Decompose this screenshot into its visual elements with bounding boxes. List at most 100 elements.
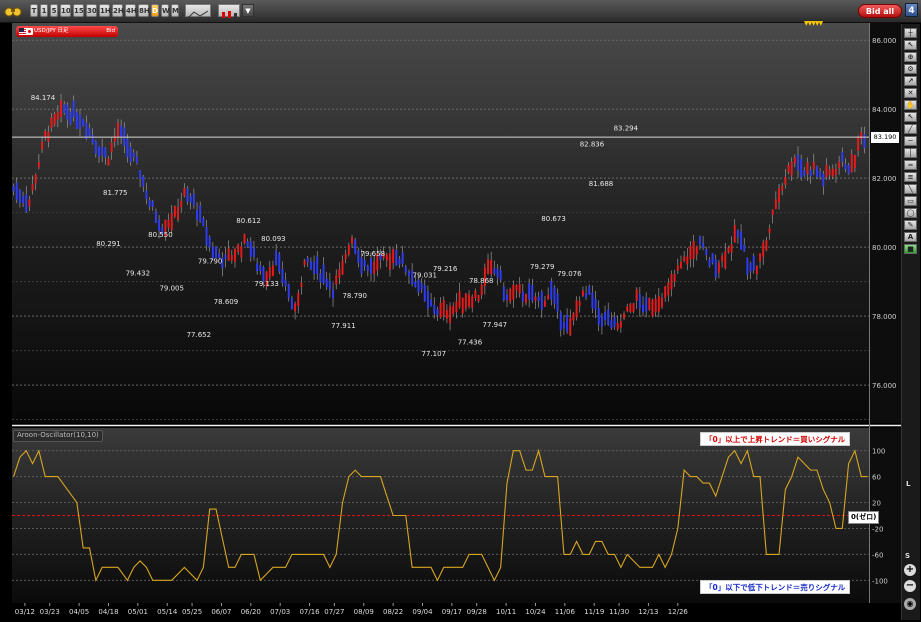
s-button[interactable]: S <box>905 552 910 560</box>
l-button[interactable]: L <box>906 480 910 488</box>
candle-body <box>543 300 546 307</box>
candle-body <box>275 250 278 265</box>
candle-body <box>180 200 183 208</box>
pointer-tool-icon[interactable]: ↖ <box>904 112 917 122</box>
candle-body <box>34 174 37 184</box>
candle-body <box>430 299 433 307</box>
candle-body <box>651 299 654 317</box>
trendline-tool-icon[interactable]: ╱ <box>904 124 917 134</box>
candle-body <box>616 323 619 330</box>
candle-body <box>50 117 53 128</box>
ellipse-tool-icon[interactable]: ◯ <box>904 208 917 218</box>
candle-body <box>721 255 724 262</box>
candle-body <box>120 125 123 138</box>
candle-body <box>294 303 297 312</box>
candle-body <box>284 279 287 287</box>
candle-body <box>145 190 148 200</box>
zoom-out-icon[interactable]: − <box>904 580 916 592</box>
candle-body <box>186 188 189 202</box>
fibonacci-tool-icon[interactable]: ≡ <box>904 172 917 182</box>
arrow-tool-icon[interactable]: ↗ <box>904 76 917 86</box>
price-chart[interactable]: 84.174 81.775 80.291 80.550 79.432 79.005 79.7… <box>0 0 921 622</box>
candle-body <box>686 256 689 265</box>
text-tool-icon[interactable]: A <box>904 232 917 242</box>
candle-body <box>246 241 249 248</box>
date-tick-label: 04/05 <box>69 608 89 616</box>
price-annotation-label: 77.911 <box>331 322 356 330</box>
candle-body <box>834 168 837 175</box>
horizontal-line-tool-icon[interactable]: ─ <box>904 136 917 146</box>
price-annotation-label: 79.432 <box>126 270 151 278</box>
oscillator-tick-label: -100 <box>872 577 888 585</box>
price-annotation-label: 83.294 <box>614 125 639 133</box>
candle-body <box>398 258 401 265</box>
candle-body <box>765 239 768 251</box>
candle-body <box>733 225 736 243</box>
candle-body <box>107 158 110 166</box>
candle-body <box>528 283 531 300</box>
candle-body <box>154 211 157 223</box>
candle-body <box>230 255 233 261</box>
candle-body <box>521 291 524 302</box>
candle-body <box>610 320 613 329</box>
candle-body <box>676 265 679 271</box>
price-annotation-label: 77.947 <box>483 321 508 329</box>
candle-body <box>88 127 91 136</box>
candle-body <box>774 199 777 210</box>
candle-body <box>69 111 72 125</box>
candle-body <box>420 282 423 290</box>
scroll-icon[interactable]: ◉ <box>904 598 916 610</box>
candle-body <box>170 213 173 231</box>
candle-body <box>72 100 75 118</box>
current-price-tag: 83.190 <box>871 132 899 144</box>
candle-body <box>452 306 455 314</box>
settings-tool-icon[interactable]: ⚙ <box>904 64 917 74</box>
ray-tool-icon[interactable]: ╲ <box>904 184 917 194</box>
zoom-tool-icon[interactable]: ⊕ <box>904 52 917 62</box>
zoom-in-icon[interactable]: + <box>904 564 916 576</box>
candle-body <box>338 269 341 278</box>
candle-body <box>306 257 309 263</box>
indicator-label[interactable]: Aroon-Oscillator(10,10) <box>13 430 103 442</box>
price-annotation-label: 78.790 <box>342 292 367 300</box>
candle-body <box>679 261 682 269</box>
candle-body <box>328 280 331 290</box>
candle-body <box>297 292 300 307</box>
date-tick-label: 03/23 <box>40 608 60 616</box>
candle-body <box>673 273 676 282</box>
candle-body <box>547 294 550 300</box>
crosshair-tool-icon[interactable]: ┼ <box>904 28 917 38</box>
candle-body <box>332 289 335 299</box>
pen-tool-icon[interactable]: ✎ <box>904 220 917 230</box>
candle-body <box>22 196 25 203</box>
hand-tool-icon[interactable]: ✋ <box>904 100 917 110</box>
eraser-tool-icon[interactable]: ✕ <box>904 88 917 98</box>
candle-body <box>290 297 293 310</box>
rectangle-tool-icon[interactable]: ▭ <box>904 196 917 206</box>
candle-body <box>442 300 445 316</box>
green-signal-icon[interactable]: ■ <box>904 244 917 254</box>
candle-body <box>800 158 803 178</box>
zero-line-tag: 0(ゼロ) <box>848 510 880 524</box>
candle-body <box>566 314 569 332</box>
oscillator-tick-label: 60 <box>872 474 881 482</box>
symbol-label[interactable]: USD/JPY 日足 Bid <box>16 26 118 37</box>
vertical-line-tool-icon[interactable]: │ <box>904 148 917 158</box>
candle-body <box>401 252 404 265</box>
candle-body <box>863 134 866 149</box>
candle-body <box>828 169 831 176</box>
candle-body <box>749 263 752 272</box>
price-annotation-label: 79.216 <box>433 265 458 273</box>
candle-body <box>831 168 834 177</box>
channel-tool-icon[interactable]: ═ <box>904 160 917 170</box>
price-annotation-label: 77.652 <box>187 331 212 339</box>
candle-body <box>243 234 246 244</box>
candle-body <box>148 200 151 207</box>
cursor-tool-icon[interactable]: ↖ <box>904 40 917 50</box>
candle-body <box>366 265 369 271</box>
price-annotation-label: 77.107 <box>422 350 447 358</box>
candle-body <box>689 245 692 260</box>
candle-body <box>344 253 347 260</box>
candle-body <box>705 249 708 256</box>
candle-body <box>490 259 493 275</box>
